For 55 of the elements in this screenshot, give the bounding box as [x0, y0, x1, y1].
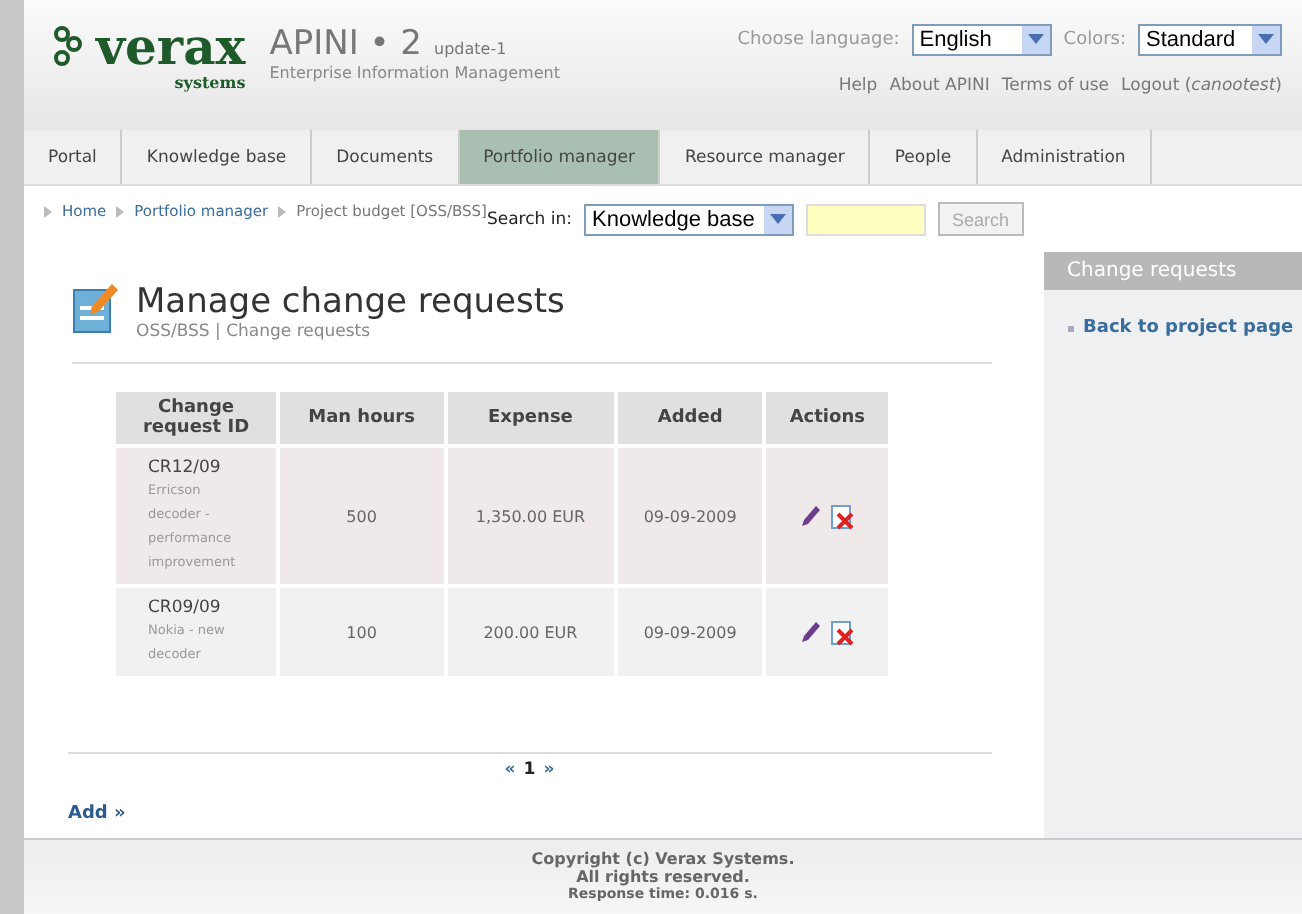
- previous-page-link[interactable]: «: [504, 760, 516, 780]
- table-cell: 200.00 EUR: [447, 588, 614, 676]
- table-cell: 09-09-2009: [617, 588, 763, 676]
- next-page-link[interactable]: »: [543, 760, 555, 780]
- page-title: Manage change requests: [136, 282, 565, 322]
- language-label: Choose language:: [737, 30, 900, 50]
- footer-text: Copyright (c) Verax Systems.: [531, 850, 795, 868]
- header-link[interactable]: Help: [838, 76, 878, 96]
- arrow-icon: [44, 205, 52, 217]
- nav-tab[interactable]: Administration: [977, 130, 1152, 184]
- colors-select[interactable]: Standard: [1138, 24, 1282, 56]
- pencil-icon[interactable]: [800, 503, 821, 527]
- search-scope-select[interactable]: Knowledge base: [584, 203, 794, 235]
- version-text: update-1: [434, 40, 507, 58]
- nav-tab[interactable]: Knowledge base: [122, 130, 313, 184]
- request-id[interactable]: CR09/09: [148, 598, 268, 618]
- sidebar-title: Change requests: [1043, 252, 1302, 290]
- logo-icon: [52, 24, 84, 68]
- current-page: 1: [523, 760, 536, 780]
- logo-subtitle: systems: [174, 72, 246, 92]
- colors-label: Colors:: [1063, 30, 1126, 50]
- nav-tab[interactable]: Resource manager: [660, 130, 871, 184]
- nav-tab[interactable]: Portal: [24, 130, 123, 184]
- logo-text: verax: [96, 24, 246, 72]
- product-name: APINI • 2: [269, 24, 422, 64]
- column-header: Actions: [766, 392, 888, 444]
- sidebar-link[interactable]: Back to project page: [1083, 318, 1294, 338]
- table-cell: 100: [280, 588, 444, 676]
- column-header: Added: [617, 392, 763, 444]
- arrow-icon: [278, 205, 287, 217]
- add-link[interactable]: Add »: [68, 804, 126, 824]
- arrow-icon: [116, 205, 125, 217]
- language-select[interactable]: English: [911, 24, 1052, 56]
- column-header: Expense: [447, 392, 614, 444]
- table-cell: 09-09-2009: [617, 448, 763, 584]
- table-cell: 500: [280, 448, 444, 584]
- nav-tab[interactable]: People: [870, 130, 978, 184]
- footer-text: All rights reserved.: [576, 868, 750, 886]
- search-field[interactable]: [806, 203, 926, 235]
- request-id[interactable]: CR12/09: [148, 458, 268, 478]
- page-subtitle: OSS/BSS | Change requests: [136, 322, 373, 342]
- tagline: Enterprise Information Management: [269, 64, 560, 82]
- delete-document-icon[interactable]: [830, 503, 855, 529]
- column-header: Change request ID: [116, 392, 276, 444]
- table-cell: 1,350.00 EUR: [447, 448, 614, 584]
- nav-tab[interactable]: Portfolio manager: [459, 130, 661, 184]
- bullet-icon: [1067, 325, 1074, 331]
- header-link[interactable]: Logout (canootest): [1121, 76, 1282, 96]
- column-header: Man hours: [280, 392, 444, 444]
- header-link[interactable]: About APINI: [889, 76, 990, 96]
- document-edit-icon: [72, 282, 120, 334]
- search-label: Search in:: [486, 209, 572, 229]
- pencil-icon[interactable]: [800, 619, 821, 643]
- delete-document-icon[interactable]: [830, 619, 855, 645]
- header-link[interactable]: Terms of use: [1001, 76, 1110, 96]
